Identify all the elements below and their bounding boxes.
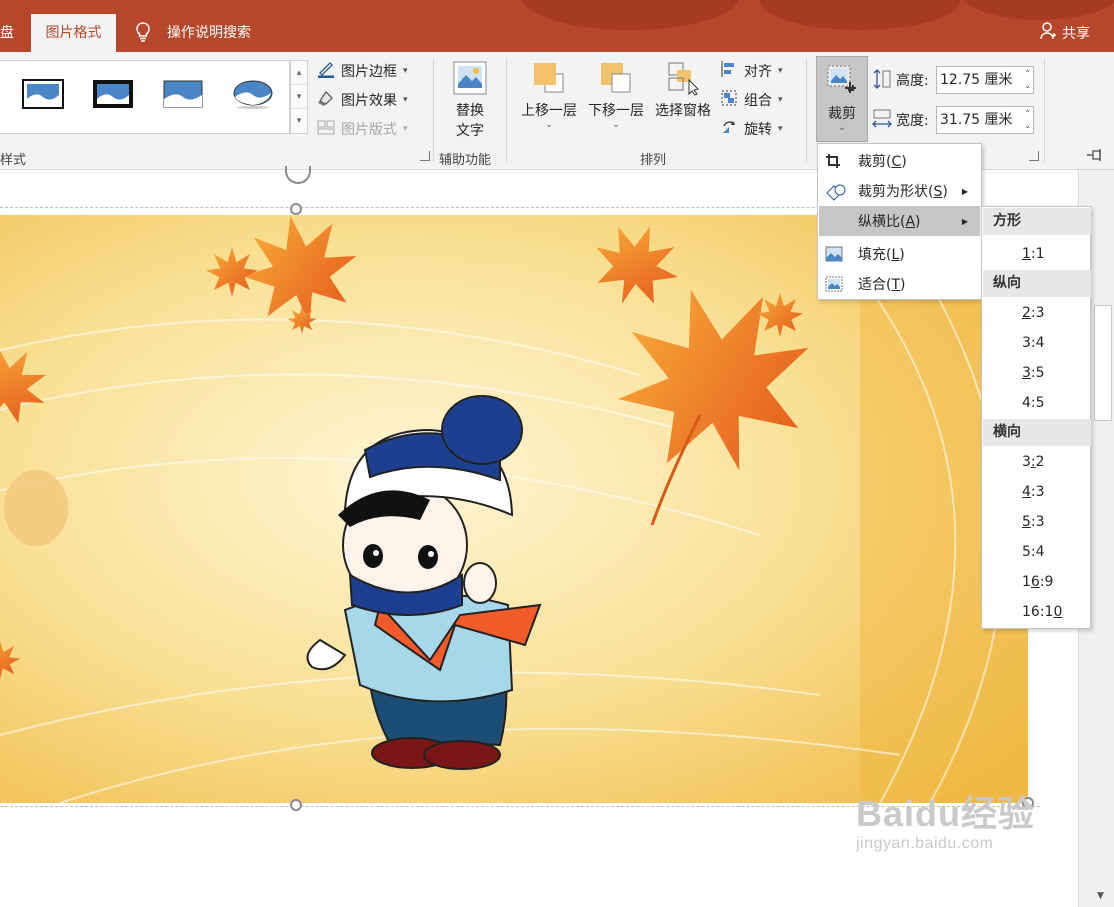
rotate-button[interactable]: 旋转 ▾ [720, 118, 783, 140]
height-spinner-icon[interactable]: ⌃ ⌄ [1024, 68, 1031, 92]
effects-icon [317, 89, 335, 111]
ratio-3-5[interactable]: 3:5 [1022, 365, 1045, 381]
share-button[interactable]: 共享 [1040, 22, 1090, 44]
watermark-main: Baidu经验 [856, 793, 1036, 834]
layout-icon [317, 118, 335, 140]
height-input[interactable]: 12.75 厘米 ⌃ ⌄ [936, 66, 1034, 94]
menu-item-fill[interactable]: 填充(L) [819, 239, 980, 269]
scrollbar-thumb[interactable] [1094, 305, 1112, 421]
ratio-5-3[interactable]: 5:3 [1022, 514, 1045, 530]
fill-icon [825, 246, 843, 266]
picture-styles-group-label: 样式 [0, 153, 27, 168]
gallery-more-icon[interactable]: ▾ [291, 109, 307, 133]
menu-item-fit[interactable]: 适合(T) [819, 269, 980, 299]
group-separator [506, 58, 507, 162]
picture-border-button[interactable]: 图片边框 ▾ [317, 60, 408, 82]
tab-partial[interactable]: 盘 [0, 22, 14, 42]
ratio-3-4[interactable]: 3:4 [1022, 335, 1045, 351]
arrange-group-label: 排列 [640, 153, 667, 168]
alt-text-icon [445, 60, 495, 100]
crop-icon [825, 63, 859, 101]
picture-style-thumbnail[interactable] [162, 79, 204, 109]
height-label: 高度: [896, 73, 929, 89]
share-label: 共享 [1062, 26, 1090, 42]
submenu-arrow-icon: ▶ [961, 216, 968, 226]
banner-decoration [520, 0, 740, 30]
send-backward-button[interactable]: 下移一层 ⌄ [584, 60, 648, 130]
crop-button[interactable]: 裁剪 ⌄ [816, 56, 868, 142]
banner-decoration [760, 0, 960, 30]
scroll-down-icon[interactable]: ▼ [1097, 891, 1104, 901]
group-icon [720, 89, 738, 111]
size-dialog-launcher-icon[interactable] [1029, 151, 1039, 161]
title-tab-bar: 盘 图片格式 操作说明搜索 共享 [0, 0, 1114, 52]
pin-icon[interactable] [1086, 148, 1106, 166]
crop-dropdown-menu: 裁剪(C) 裁剪为形状(S) ▶ 纵横比(A) ▶ 填充(L) 适合(T) [817, 143, 982, 300]
section-header-square: 方形 [983, 208, 1091, 235]
pencil-icon [317, 60, 335, 82]
aspect-ratio-submenu: 方形 1:1 纵向 2:3 3:4 3:5 4:5 横向 3:2 4:3 5:3… [981, 206, 1091, 629]
bring-forward-button[interactable]: 上移一层 ⌄ [517, 60, 581, 130]
dialog-launcher-icon[interactable] [420, 151, 430, 161]
person-icon [1040, 22, 1056, 44]
send-backward-icon [584, 60, 648, 100]
baidu-watermark: Baidu经验 jingyan.baidu.com [856, 785, 1035, 853]
gallery-down-icon[interactable]: ▾ [291, 85, 307, 109]
width-label: 宽度: [896, 113, 929, 129]
group-separator [1044, 58, 1045, 162]
group-button[interactable]: 组合 ▾ [720, 89, 783, 111]
accessibility-group-label: 辅助功能 [439, 153, 492, 168]
align-icon [720, 60, 738, 82]
selected-picture[interactable] [0, 215, 1028, 803]
bring-forward-icon [517, 60, 581, 100]
picture-style-thumbnail[interactable] [232, 79, 274, 109]
width-icon [872, 108, 892, 134]
gallery-up-icon[interactable]: ▴ [291, 61, 307, 85]
picture-style-thumbnail[interactable] [92, 79, 134, 109]
rotate-icon [720, 118, 738, 140]
alt-text-button[interactable]: 替换 文字 [445, 60, 495, 140]
group-separator [433, 58, 434, 162]
menu-item-crop[interactable]: 裁剪(C) [819, 146, 980, 176]
resize-handle-top[interactable] [290, 203, 302, 215]
picture-styles-gallery[interactable] [0, 60, 290, 134]
group-separator [806, 58, 807, 162]
picture-effects-button[interactable]: 图片效果 ▾ [317, 89, 408, 111]
ratio-3-2[interactable]: 3:2 [1022, 454, 1045, 470]
height-icon [872, 68, 892, 94]
section-header-landscape: 横向 [983, 419, 1091, 446]
watermark-sub: jingyan.baidu.com [856, 835, 994, 852]
menu-item-crop-to-shape[interactable]: 裁剪为形状(S) ▶ [819, 176, 980, 206]
selection-pane-icon [651, 60, 715, 100]
ratio-16-10[interactable]: 16:10 [1022, 604, 1062, 620]
picture-layout-button[interactable]: 图片版式 ▾ [317, 118, 408, 140]
ratio-2-3[interactable]: 2:3 [1022, 305, 1045, 321]
gallery-scroll[interactable]: ▴ ▾ ▾ [290, 60, 308, 134]
banner-decoration [960, 0, 1114, 20]
selection-pane-button[interactable]: 选择窗格 [651, 60, 715, 120]
ratio-4-3[interactable]: 4:3 [1022, 484, 1045, 500]
section-header-portrait: 纵向 [983, 270, 1091, 297]
width-spinner-icon[interactable]: ⌃ ⌄ [1024, 108, 1031, 132]
fit-icon [825, 276, 843, 296]
submenu-arrow-icon: ▶ [961, 186, 968, 196]
autumn-picture [0, 215, 1028, 803]
lightbulb-icon [135, 22, 151, 46]
shapes-icon [825, 183, 847, 205]
tell-me-search[interactable]: 操作说明搜索 [167, 22, 251, 42]
menu-item-aspect-ratio[interactable]: 纵横比(A) ▶ [819, 206, 980, 236]
ratio-16-9[interactable]: 16:9 [1022, 574, 1053, 590]
ratio-4-5[interactable]: 4:5 [1022, 395, 1045, 411]
ratio-5-4[interactable]: 5:4 [1022, 544, 1045, 560]
ratio-1-1[interactable]: 1:1 [1022, 246, 1045, 262]
tab-picture-format[interactable]: 图片格式 [31, 14, 116, 52]
picture-style-thumbnail[interactable] [22, 79, 64, 109]
crop-icon [825, 153, 841, 173]
align-button[interactable]: 对齐 ▾ [720, 60, 783, 82]
width-input[interactable]: 31.75 厘米 ⌃ ⌄ [936, 106, 1034, 134]
resize-handle-bottom[interactable] [290, 799, 302, 811]
